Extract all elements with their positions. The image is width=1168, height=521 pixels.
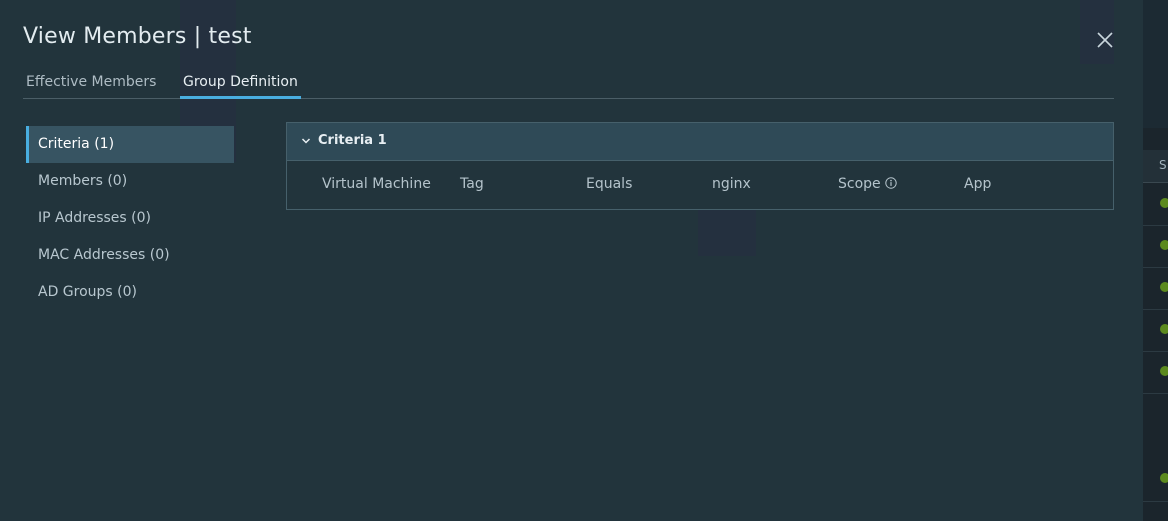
criteria-member-type: Virtual Machine [322,176,431,192]
criteria-card: Criteria 1 Virtual Machine Tag Equals ng… [286,122,1114,210]
info-icon[interactable] [884,177,897,189]
status-dot [1160,366,1168,376]
background-page: S [1143,0,1168,521]
tab-group-definition[interactable]: Group Definition [180,64,301,99]
criteria-card-header[interactable]: Criteria 1 [287,123,1113,161]
sidebar-item-criteria[interactable]: Criteria (1) [26,126,234,163]
chevron-down-icon [301,138,311,144]
background-row [1143,459,1168,502]
background-row [1143,309,1168,352]
close-icon [1097,32,1113,48]
sidebar-item-ad-groups[interactable]: AD Groups (0) [26,274,234,311]
tab-effective-members[interactable]: Effective Members [26,64,156,97]
criteria-property: Tag [460,176,484,192]
background-header [1143,0,1168,128]
background-table-header: S [1143,150,1168,183]
status-dot [1160,324,1168,334]
criteria-title: Criteria 1 [318,133,387,148]
criteria-scope-value: App [964,176,992,192]
background-row [1143,351,1168,394]
sidebar-item-mac-addresses[interactable]: MAC Addresses (0) [26,237,234,274]
status-dot [1160,473,1168,483]
background-row [1143,225,1168,268]
background-row [1143,183,1168,226]
criteria-scope-label: Scope [838,176,881,192]
criteria-scope: Scope [838,176,897,192]
sidebar: Criteria (1) Members (0) IP Addresses (0… [26,126,234,311]
status-dot [1160,198,1168,208]
criteria-operator: Equals [586,176,633,192]
view-members-modal: View Members | test Effective Members Gr… [0,0,1143,521]
status-dot [1160,240,1168,250]
criteria-value: nginx [712,176,751,192]
sidebar-item-ip-addresses[interactable]: IP Addresses (0) [26,200,234,237]
background-column-header: S [1159,158,1167,172]
status-dot [1160,282,1168,292]
tab-bar: Effective Members Group Definition [23,64,1114,99]
background-row [1143,267,1168,310]
close-button[interactable] [1094,29,1116,51]
modal-title: View Members | test [23,24,252,49]
sidebar-item-members[interactable]: Members (0) [26,163,234,200]
